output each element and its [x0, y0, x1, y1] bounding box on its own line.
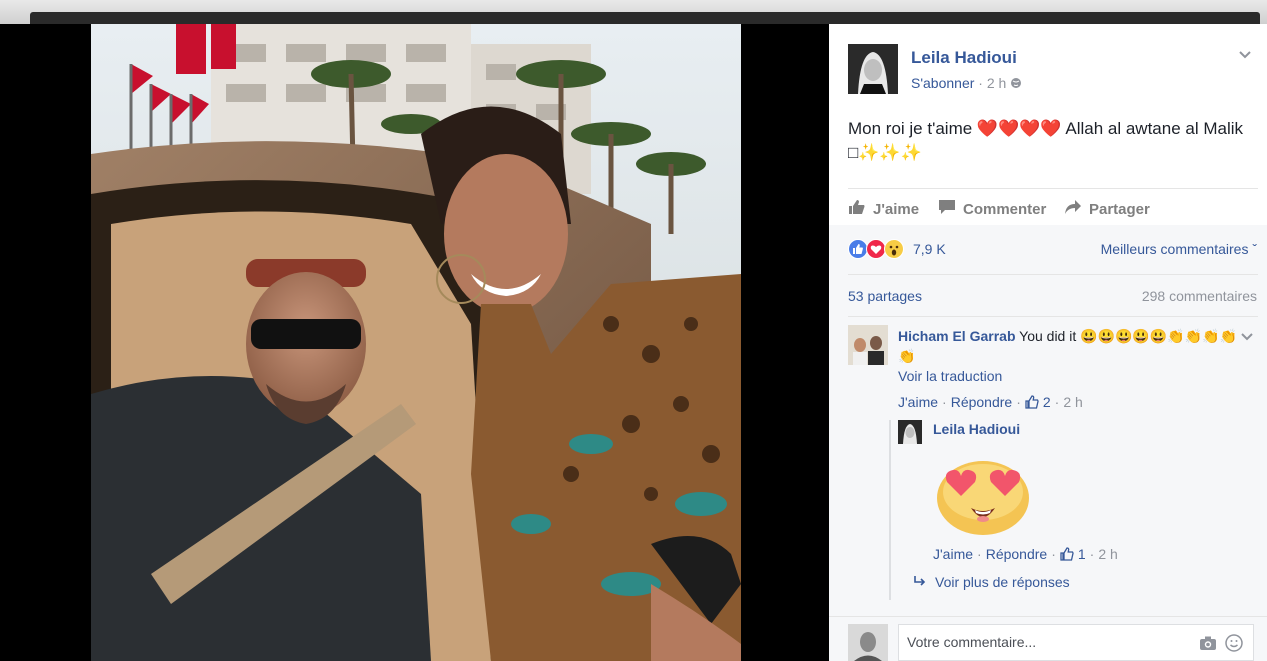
comment-like-count[interactable]: 2	[1043, 394, 1051, 410]
divider	[848, 316, 1258, 317]
reply-author-avatar[interactable]	[898, 420, 922, 444]
comment-body: Hicham El Garrab You did it 😃😃😃😃😃👏👏👏👏👏	[898, 326, 1238, 366]
divider	[848, 188, 1258, 189]
comment-label: Commenter	[963, 200, 1047, 218]
comment-sort-dropdown[interactable]: Meilleurs commentaires ˇ	[1101, 241, 1257, 257]
post-message: Mon roi je t'aime ❤️❤️❤️❤️ Allah al awta…	[848, 117, 1258, 165]
share-arrow-icon	[1064, 199, 1082, 219]
reply-arrow-icon	[913, 574, 927, 590]
dot-separator: ·	[1051, 546, 1056, 562]
comment-actions: J'aime · Répondre · 2 · 2 h	[898, 394, 1083, 410]
comment-button[interactable]: Commenter	[938, 199, 1046, 219]
commenter-avatar[interactable]	[848, 325, 888, 365]
comment-composer[interactable]	[898, 624, 1254, 661]
browser-top-strip	[0, 0, 1267, 24]
like-label: J'aime	[873, 200, 920, 218]
see-more-replies-label: Voir plus de réponses	[935, 574, 1070, 590]
reply-like-link[interactable]: J'aime	[933, 546, 973, 562]
wow-reaction-icon	[884, 239, 904, 264]
post-message-line2: □✨✨✨	[848, 143, 922, 162]
comment-author[interactable]: Hicham El Garrab	[898, 328, 1016, 344]
reply-reply-link[interactable]: Répondre	[986, 546, 1048, 562]
comment-time[interactable]: 2 h	[1063, 394, 1082, 410]
like-count-icon	[1025, 395, 1039, 409]
comment-icon	[938, 199, 956, 219]
dot-separator: ·	[942, 394, 947, 410]
share-count-link[interactable]: 53 partages	[848, 288, 922, 304]
love-reaction-icon	[866, 239, 886, 264]
globe-icon	[1010, 75, 1022, 91]
like-button[interactable]: J'aime	[848, 199, 919, 219]
dot-separator: ·	[977, 546, 982, 562]
dot-separator: ·	[1054, 394, 1060, 410]
reply-time[interactable]: 2 h	[1098, 546, 1117, 562]
post-message-line1: Mon roi je t'aime ❤️❤️❤️❤️ Allah al awta…	[848, 119, 1244, 138]
camera-icon[interactable]	[1199, 635, 1217, 651]
heart-eyes-sticker	[933, 456, 1033, 536]
reaction-count[interactable]: 7,9 K	[913, 241, 946, 257]
meta-separator: ·	[978, 75, 983, 91]
comment-like-link[interactable]: J'aime	[898, 394, 938, 410]
share-button[interactable]: Partager	[1064, 199, 1150, 219]
dot-separator: ·	[1016, 394, 1021, 410]
emoji-icon[interactable]	[1225, 634, 1243, 652]
thumbs-up-icon	[848, 199, 866, 219]
comment-input[interactable]	[905, 633, 1179, 651]
reaction-icons[interactable]	[848, 239, 904, 264]
post-meta: S'abonner · 2 h	[911, 75, 1022, 91]
divider	[848, 274, 1258, 275]
divider	[829, 616, 1267, 617]
reply-thread-line	[889, 420, 891, 600]
post-sidebar: Leila Hadioui S'abonner · 2 h Mon roi je…	[829, 24, 1267, 661]
browser-tabs	[30, 12, 1260, 24]
subscribe-link[interactable]: S'abonner	[911, 75, 974, 91]
reply-actions: J'aime · Répondre · 1 · 2 h	[933, 546, 1118, 562]
post-author-name[interactable]: Leila Hadioui	[911, 48, 1017, 68]
comment-options-chevron-icon[interactable]	[1239, 330, 1255, 344]
author-avatar[interactable]	[848, 44, 898, 94]
see-translation-link[interactable]: Voir la traduction	[898, 368, 1002, 384]
comment-reply-link[interactable]: Répondre	[951, 394, 1013, 410]
post-options-chevron-icon[interactable]	[1237, 48, 1253, 62]
reply-author[interactable]: Leila Hadioui	[933, 421, 1020, 437]
reply-like-count[interactable]: 1	[1078, 546, 1086, 562]
like-reaction-icon	[848, 239, 868, 264]
see-more-replies-link[interactable]: Voir plus de réponses	[913, 574, 1070, 590]
like-count-icon	[1060, 547, 1074, 561]
post-photo[interactable]	[91, 24, 741, 661]
dot-separator: ·	[1089, 546, 1095, 562]
post-time[interactable]: 2 h	[987, 75, 1006, 91]
share-label: Partager	[1089, 200, 1150, 218]
current-user-avatar	[848, 624, 888, 661]
comment-count[interactable]: 298 commentaires	[1142, 288, 1257, 304]
